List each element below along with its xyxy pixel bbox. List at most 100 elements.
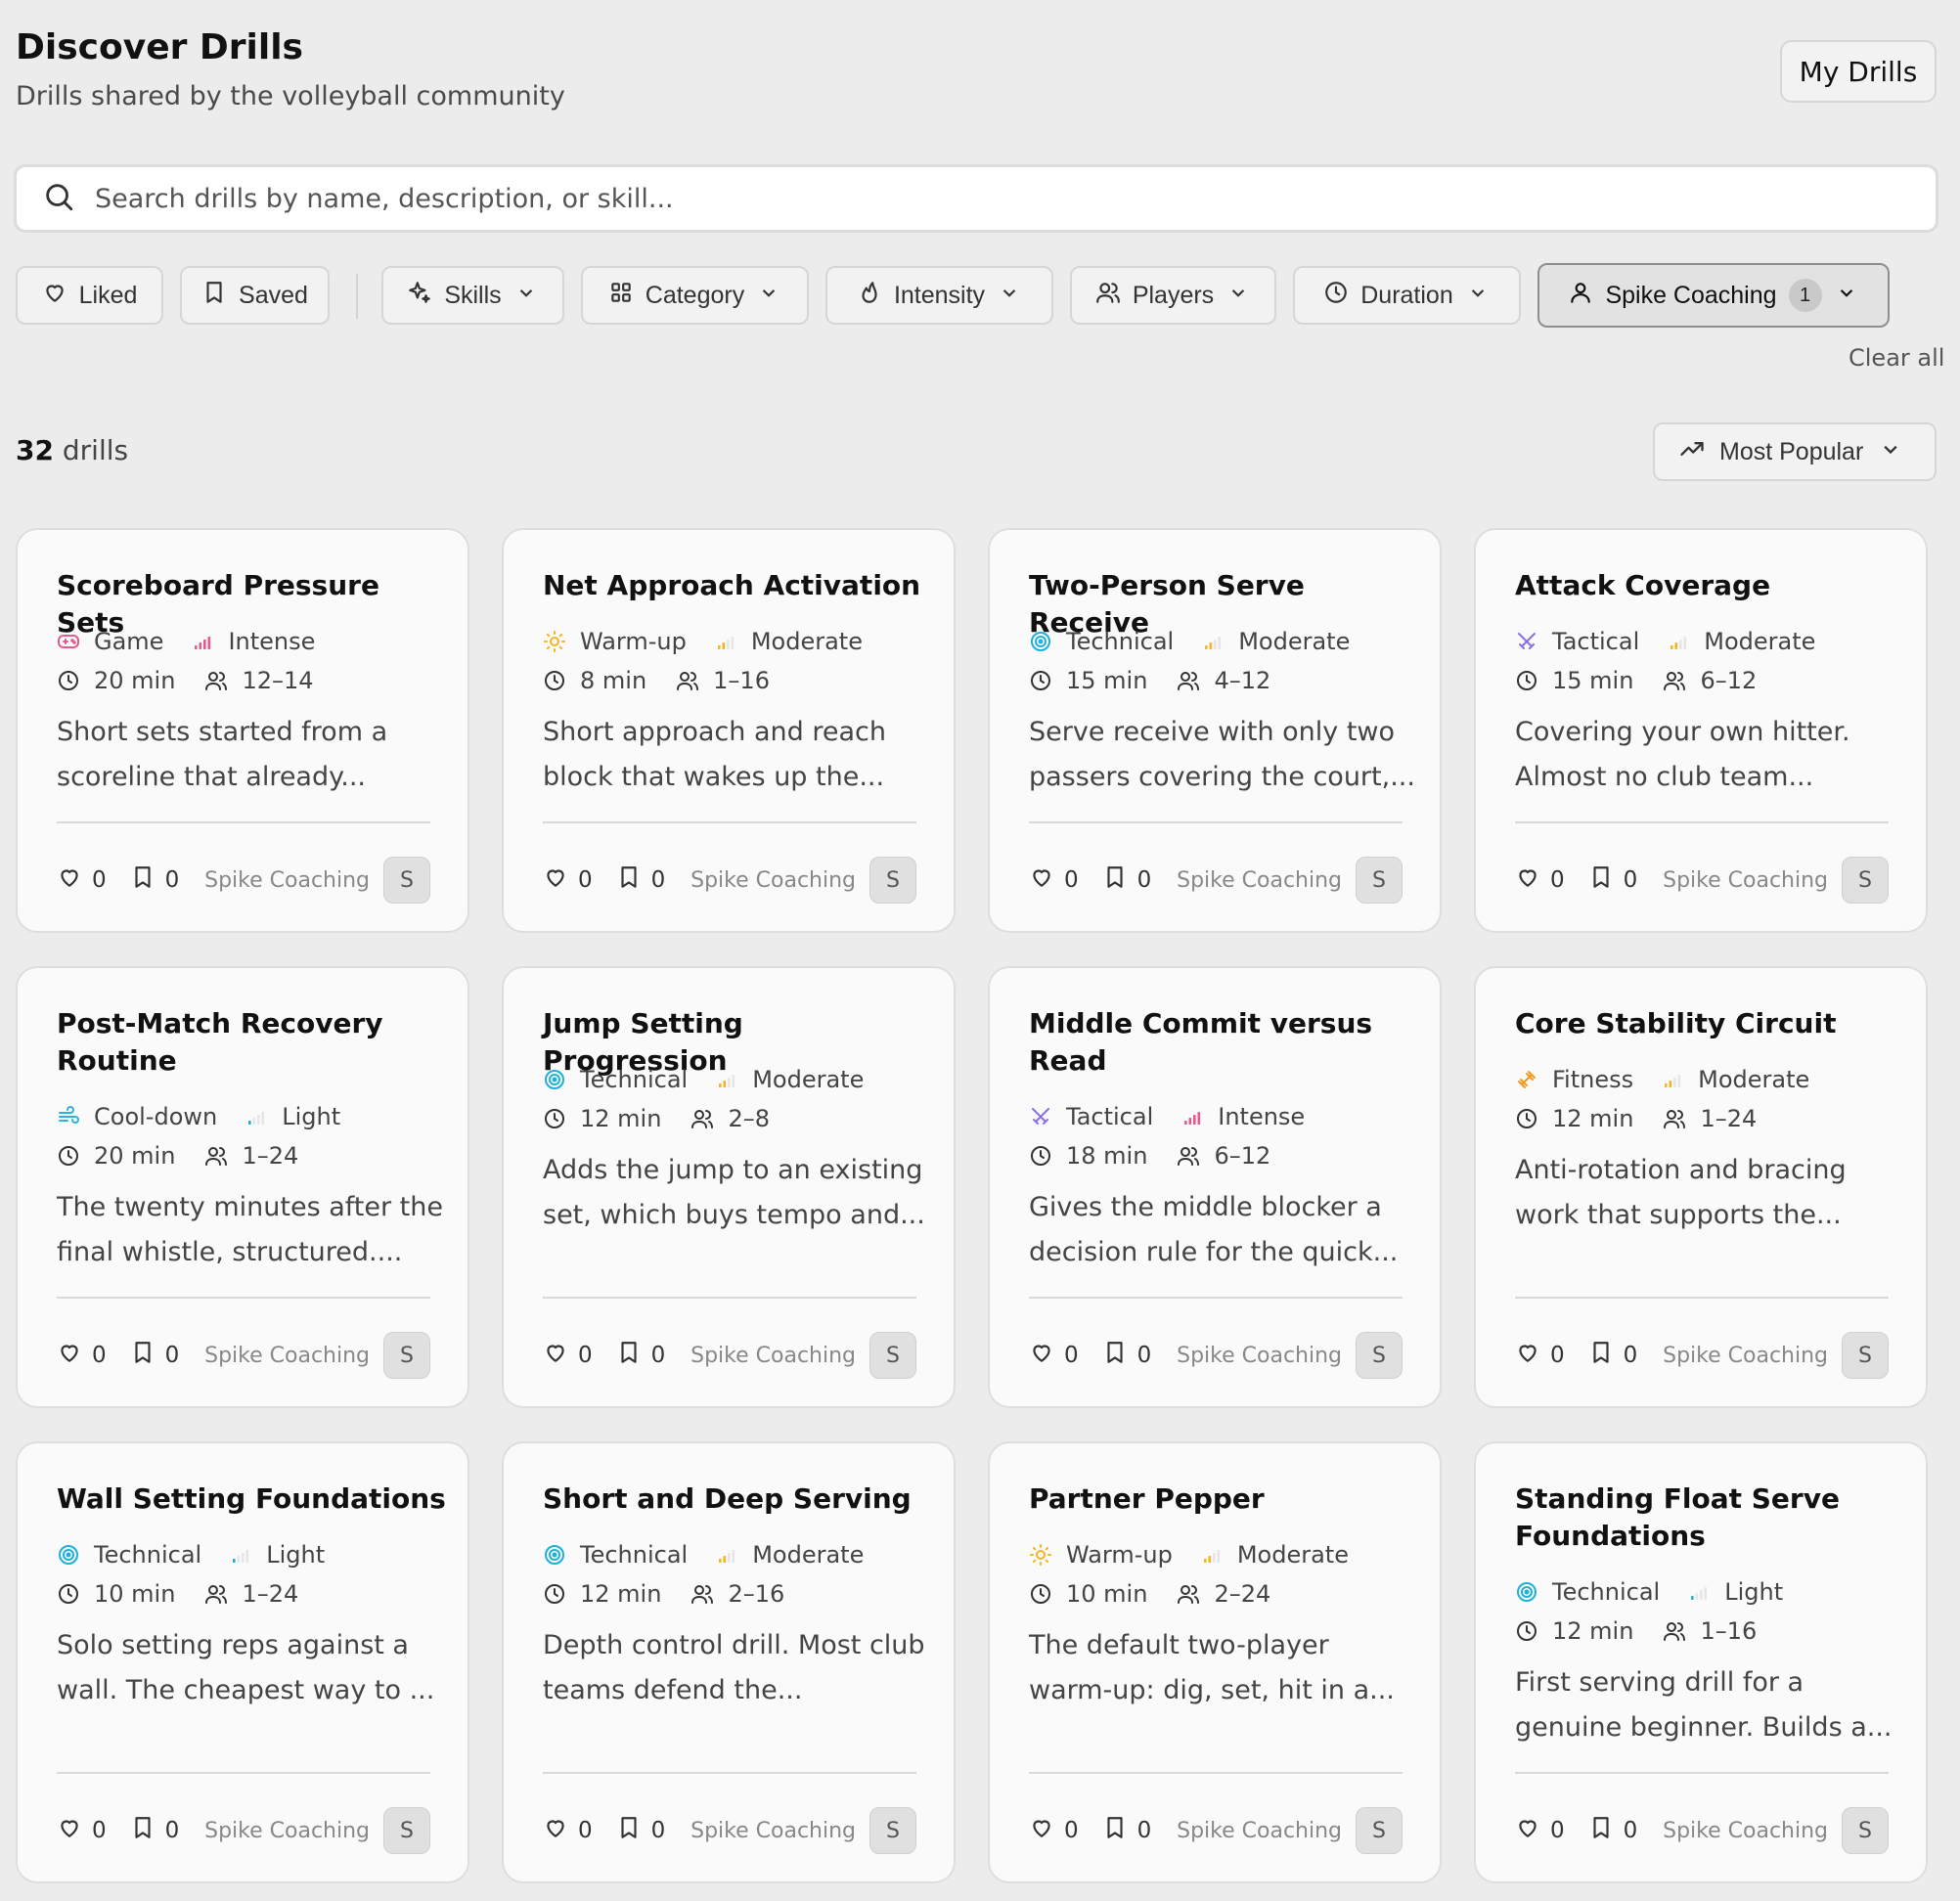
drill-card[interactable]: Jump Setting Progression Technical Moder…	[502, 966, 956, 1408]
bookmark-icon[interactable]	[1588, 864, 1614, 896]
sun-icon	[1029, 1543, 1052, 1567]
category-filter-button[interactable]: Category	[581, 266, 809, 325]
drill-players: 1–24	[242, 1142, 299, 1170]
drill-card[interactable]: Standing Float Serve Foundations Technic…	[1474, 1441, 1928, 1883]
drill-card-footer: 0 0 Spike Coaching S	[57, 1807, 430, 1854]
drill-card[interactable]: Two-Person Serve Receive Technical Moder…	[988, 528, 1442, 933]
heart-icon[interactable]	[1029, 1815, 1054, 1846]
avatar[interactable]: S	[383, 1332, 430, 1379]
heart-icon[interactable]	[543, 864, 568, 896]
drill-card[interactable]: Post-Match Recovery Routine Cool-down Li…	[16, 966, 469, 1408]
drill-description: Short sets started from a scoreline that…	[57, 717, 388, 792]
drill-card[interactable]: Middle Commit versus Read Tactical Inten…	[988, 966, 1442, 1408]
drill-category: Tactical	[1066, 1103, 1154, 1130]
drill-card[interactable]: Wall Setting Foundations Technical Light…	[16, 1441, 469, 1883]
intensity-filter-button[interactable]: Intensity	[825, 266, 1053, 325]
heart-icon[interactable]	[1029, 1340, 1054, 1371]
users-icon	[690, 1582, 714, 1606]
heart-icon[interactable]	[1515, 864, 1540, 896]
drill-duration: 10 min	[94, 1580, 176, 1608]
heart-icon[interactable]	[543, 1340, 568, 1371]
drill-author[interactable]: Spike Coaching	[204, 868, 370, 893]
avatar[interactable]: S	[869, 857, 916, 904]
avatar[interactable]: S	[1842, 1332, 1889, 1379]
drill-card[interactable]: Scoreboard Pressure Sets Game Intense 20…	[16, 528, 469, 933]
skills-filter-button[interactable]: Skills	[381, 266, 564, 325]
drill-players: 1–16	[713, 667, 770, 694]
avatar[interactable]: S	[1842, 857, 1889, 904]
heart-icon[interactable]	[57, 1815, 82, 1846]
drill-description: The default two-player warm-up: dig, set…	[1029, 1630, 1395, 1705]
drill-description: Short approach and reach block that wake…	[543, 717, 886, 792]
bookmark-icon[interactable]	[1102, 864, 1128, 896]
bookmark-icon[interactable]	[1588, 1815, 1614, 1846]
drill-author[interactable]: Spike Coaching	[690, 868, 856, 893]
drill-meta-details: 20 min 12–14	[57, 667, 314, 694]
like-count: 0	[1550, 1818, 1565, 1843]
skills-label: Skills	[444, 281, 502, 309]
drill-card[interactable]: Partner Pepper Warm-up Moderate 10 min 2…	[988, 1441, 1442, 1883]
avatar[interactable]: S	[1356, 1332, 1403, 1379]
avatar[interactable]: S	[1842, 1807, 1889, 1854]
sort-dropdown[interactable]: Most Popular	[1653, 422, 1937, 481]
drill-card[interactable]: Attack Coverage Tactical Moderate 15 min…	[1474, 528, 1928, 933]
drill-author[interactable]: Spike Coaching	[690, 1819, 856, 1843]
target-icon	[57, 1543, 80, 1567]
drill-author[interactable]: Spike Coaching	[1177, 868, 1342, 893]
bookmark-icon[interactable]	[130, 1340, 156, 1371]
bookmark-icon[interactable]	[1588, 1340, 1614, 1371]
saved-filter-button[interactable]: Saved	[180, 266, 330, 325]
drill-players: 2–8	[728, 1105, 770, 1132]
drill-author[interactable]: Spike Coaching	[1663, 1819, 1828, 1843]
heart-icon[interactable]	[57, 1340, 82, 1371]
clear-all-link[interactable]: Clear all	[1849, 344, 1944, 372]
filter-divider	[356, 274, 358, 319]
heart-icon[interactable]	[1515, 1340, 1540, 1371]
drill-author[interactable]: Spike Coaching	[690, 1344, 856, 1368]
like-count: 0	[1550, 1343, 1565, 1368]
saved-label: Saved	[239, 281, 308, 309]
avatar[interactable]: S	[383, 857, 430, 904]
drill-card-footer: 0 0 Spike Coaching S	[543, 1332, 916, 1379]
drill-author[interactable]: Spike Coaching	[1663, 868, 1828, 893]
drill-card-footer: 0 0 Spike Coaching S	[1029, 857, 1403, 904]
search-bar[interactable]	[14, 164, 1938, 233]
drill-card[interactable]: Core Stability Circuit Fitness Moderate …	[1474, 966, 1928, 1408]
avatar[interactable]: S	[1356, 1807, 1403, 1854]
bookmark-icon[interactable]	[616, 864, 642, 896]
bookmark-icon[interactable]	[1102, 1815, 1128, 1846]
signal-bars-icon	[714, 630, 737, 653]
heart-icon[interactable]	[1515, 1815, 1540, 1846]
drill-card[interactable]: Short and Deep Serving Technical Moderat…	[502, 1441, 956, 1883]
bookmark-icon[interactable]	[616, 1340, 642, 1371]
duration-filter-button[interactable]: Duration	[1293, 266, 1521, 325]
drill-author[interactable]: Spike Coaching	[1663, 1344, 1828, 1368]
target-icon	[543, 1068, 566, 1091]
players-filter-button[interactable]: Players	[1070, 266, 1276, 325]
card-divider	[1515, 1297, 1889, 1299]
drill-author[interactable]: Spike Coaching	[1177, 1819, 1342, 1843]
avatar[interactable]: S	[1356, 857, 1403, 904]
author-filter-button[interactable]: Spike Coaching 1	[1537, 263, 1890, 328]
drill-author[interactable]: Spike Coaching	[204, 1344, 370, 1368]
heart-icon[interactable]	[57, 864, 82, 896]
drill-card[interactable]: Net Approach Activation Warm-up Moderate…	[502, 528, 956, 933]
drill-author[interactable]: Spike Coaching	[1177, 1344, 1342, 1368]
drill-card-footer: 0 0 Spike Coaching S	[543, 857, 916, 904]
drill-title: Standing Float Serve Foundations	[1515, 1482, 1840, 1552]
heart-icon[interactable]	[543, 1815, 568, 1846]
bookmark-icon[interactable]	[130, 1815, 156, 1846]
search-input[interactable]	[95, 183, 1855, 214]
bookmark-icon[interactable]	[1102, 1340, 1128, 1371]
bookmark-icon[interactable]	[130, 864, 156, 896]
avatar[interactable]: S	[869, 1332, 916, 1379]
drill-title: Middle Commit versus Read	[1029, 1007, 1373, 1077]
avatar[interactable]: S	[869, 1807, 916, 1854]
avatar[interactable]: S	[383, 1807, 430, 1854]
drill-author[interactable]: Spike Coaching	[204, 1819, 370, 1843]
search-icon	[42, 180, 75, 217]
heart-icon[interactable]	[1029, 864, 1054, 896]
bookmark-icon[interactable]	[616, 1815, 642, 1846]
liked-filter-button[interactable]: Liked	[16, 266, 163, 325]
my-drills-button[interactable]: My Drills	[1780, 40, 1937, 103]
